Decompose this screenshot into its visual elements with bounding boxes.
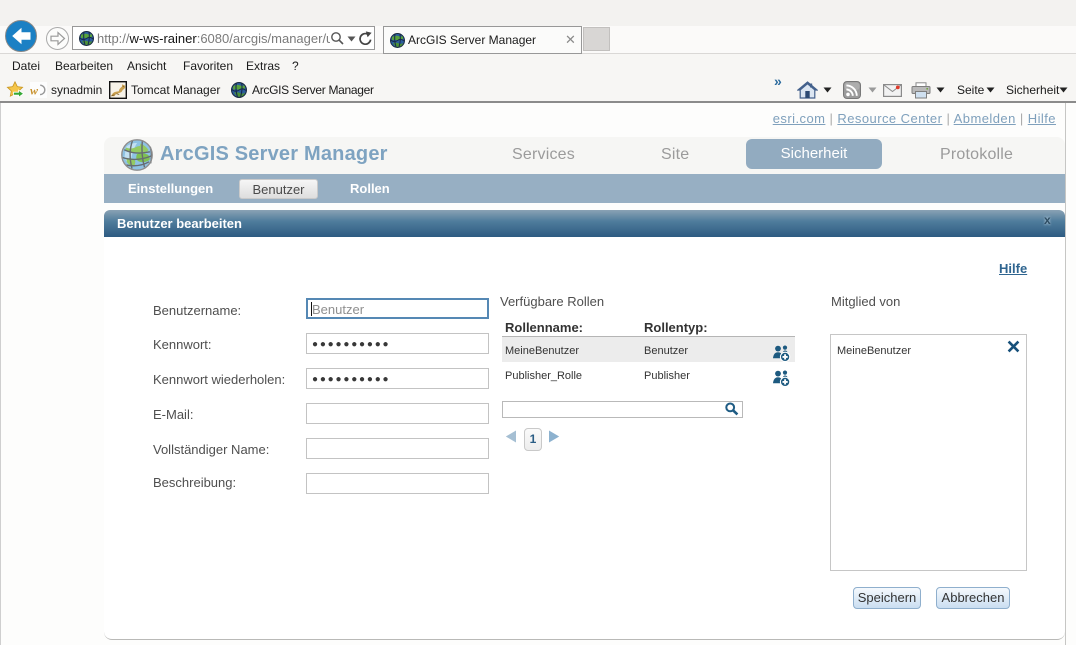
svg-text:w: w [30,84,39,98]
